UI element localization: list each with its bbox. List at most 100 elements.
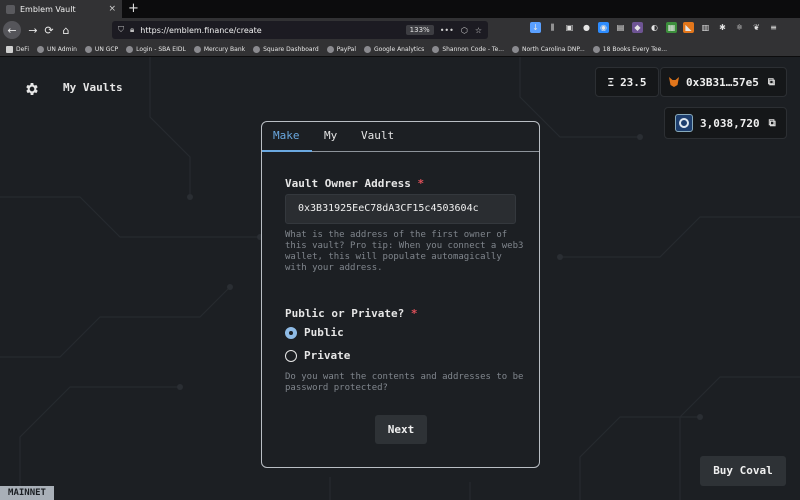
pocket-icon[interactable]: ⬡ [461,26,468,35]
bookmark-label: North Carolina DNP... [522,45,585,53]
grid-ext-icon[interactable]: ▦ [666,22,677,33]
owner-address-label-text: Vault Owner Address [285,177,411,190]
shield-icon[interactable]: ⛉ [118,25,124,35]
menu-icon[interactable]: ≡ [768,22,779,33]
reader-icon[interactable]: ▣ [564,22,575,33]
tab-vault[interactable]: Vault [361,129,394,142]
bookmark-label: Square Dashboard [263,45,319,53]
bookmarks-bar: DeFi UN Admin UN GCP Login - SBA EIDL Mercur… [0,42,800,57]
bookmark-item[interactable]: DeFi [6,45,29,53]
bookmark-favicon-icon [193,45,201,53]
bookmark-label: Login - SBA EIDL [136,45,186,53]
react-ext-icon[interactable]: ⚛ [734,22,745,33]
toolbar-icons: ↓ ⫼ ▣ ● ◉ ▤ ◆ ◐ ▦ ◣ ▥ ✱ ⚛ ❦ ≡ [530,22,779,33]
close-tab-icon[interactable]: × [108,4,116,14]
buy-coval-button[interactable]: Buy Coval [700,456,786,486]
calendar-ext-icon[interactable]: ▥ [700,22,711,33]
bookmark-label: UN GCP [94,45,119,53]
page-actions-icon[interactable]: ••• [440,26,454,35]
radio-public-label: Public [304,326,344,339]
bookmark-favicon-icon [84,45,92,53]
url-text[interactable]: https://emblem.finance/create [140,26,399,35]
eth-symbol-icon: Ξ [607,75,615,89]
bookmark-item[interactable]: UN GCP [84,45,119,53]
bookmark-item[interactable]: Mercury Bank [193,45,246,53]
bookmark-label: Mercury Bank [203,45,246,53]
bookmark-favicon-icon [364,45,371,53]
bookmark-star-icon[interactable]: ☆ [475,26,482,35]
bookmark-favicon-icon [432,45,440,53]
metamask-fox-icon [669,77,679,87]
radio-private-label: Private [304,349,351,362]
bookmark-item[interactable]: Shannon Code - Te... [432,45,504,53]
token-balance-value: 3,038,720 [700,116,760,130]
reload-button[interactable]: ⟳ [40,21,58,39]
radio-private[interactable]: Private [285,349,350,362]
create-vault-card: Make My Vault Vault Owner Address * 0x3B… [261,121,540,468]
zoom-level[interactable]: 133% [405,25,434,35]
token-balance-button[interactable]: 3,038,720 ⧉ [664,107,787,139]
vault-tabs: Make My Vault [262,122,539,152]
lock-icon[interactable]: 🔒︎ [130,25,134,35]
bookmark-item[interactable]: UN Admin [37,45,77,53]
coval-token-icon [675,114,693,132]
browser-navbar: ← → ⟳ ⌂ ⛉ 🔒︎ https://emblem.finance/crea… [0,18,800,42]
radio-public[interactable]: Public [285,326,344,339]
github-ext-icon[interactable]: ◆ [632,22,643,33]
bookmark-favicon-icon [512,45,519,53]
bookmark-label: Shannon Code - Te... [442,45,504,53]
bookmark-favicon-icon [253,45,261,53]
browser-tabstrip: Emblem Vault × + [0,0,800,18]
bookmark-favicon-icon [126,45,134,53]
star-ext-icon[interactable]: ✱ [717,22,728,33]
bookmark-item[interactable]: North Carolina DNP... [512,45,585,53]
radio-public-control[interactable] [285,326,297,339]
page: My Vaults Ξ 23.5 0x3B31…57e5 ⧉ 3,038,720… [0,57,800,500]
bookmark-item[interactable]: Login - SBA EIDL [126,45,186,53]
required-mark: * [410,307,418,320]
eth-balance: Ξ 23.5 [595,67,659,97]
rss-ext-icon[interactable]: ◐ [649,22,660,33]
tab-title: Emblem Vault [20,4,76,14]
network-badge: MAINNET [0,486,54,500]
privacy-label: Public or Private? * [285,307,417,320]
tab-make[interactable]: Make [273,129,300,142]
download-icon[interactable]: ↓ [530,22,541,33]
owner-address-input[interactable]: 0x3B31925EeC78dA3CF15c4503604c [285,194,516,224]
eth-balance-value: 23.5 [620,75,647,89]
account-address: 0x3B31…57e5 [686,75,759,89]
owner-address-label: Vault Owner Address * [285,177,424,190]
bookmark-label: 18 Books Every Tee... [602,45,668,53]
leaf-ext-icon[interactable]: ❦ [751,22,762,33]
folder-icon [6,45,13,53]
account-icon[interactable]: ● [581,22,592,33]
back-button[interactable]: ← [3,21,21,39]
new-tab-button[interactable]: + [128,0,139,18]
next-button[interactable]: Next [375,415,427,444]
bookmark-item[interactable]: PayPal [326,45,356,53]
url-bar[interactable]: ⛉ 🔒︎ https://emblem.finance/create 133% … [112,21,488,39]
radio-private-control[interactable] [285,349,297,362]
metamask-ext-icon[interactable]: ◣ [683,22,694,33]
library-icon[interactable]: ⫼ [547,22,558,33]
bookmark-label: UN Admin [47,45,77,53]
home-button[interactable]: ⌂ [57,21,75,39]
bookmark-label: Google Analytics [374,45,425,53]
bookmark-favicon-icon [326,45,334,53]
privacy-help: Do you want the contents and addresses t… [285,372,524,393]
browser-tab[interactable]: Emblem Vault × [0,0,122,18]
account-button[interactable]: 0x3B31…57e5 ⧉ [660,67,787,97]
zoom-ext-icon[interactable]: ◉ [598,22,609,33]
external-link-icon[interactable]: ⧉ [769,118,776,129]
screenshot-ext-icon[interactable]: ▤ [615,22,626,33]
external-link-icon[interactable]: ⧉ [768,77,775,88]
bookmark-favicon-icon [37,45,44,53]
tab-my[interactable]: My [324,129,337,142]
bookmark-item[interactable]: Google Analytics [364,45,425,53]
bookmark-item[interactable]: 18 Books Every Tee... [592,45,668,53]
required-mark: * [417,177,425,190]
bookmark-item[interactable]: Square Dashboard [253,45,319,53]
gear-icon[interactable] [24,81,40,97]
active-tab-indicator [262,150,312,152]
bookmark-favicon-icon [592,45,600,53]
